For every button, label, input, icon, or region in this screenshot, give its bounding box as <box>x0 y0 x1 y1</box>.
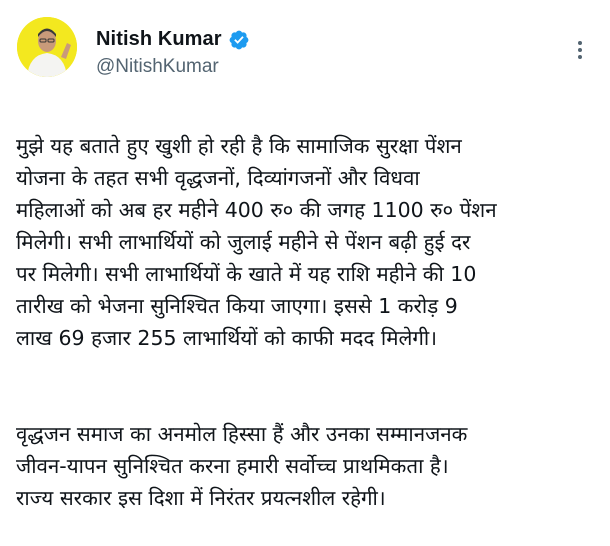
avatar-image <box>17 17 77 77</box>
display-name[interactable]: Nitish Kumar <box>96 28 222 51</box>
author-name-row: Nitish Kumar <box>96 28 250 51</box>
author-handle[interactable]: @NitishKumar <box>96 56 219 78</box>
tweet-card: Nitish Kumar @NitishKumar मुझे यह बताते … <box>0 0 610 526</box>
verified-badge-icon <box>228 29 250 51</box>
tweet-paragraph: मुझे यह बताते हुए खुशी हो रही है कि सामा… <box>16 134 497 350</box>
tweet-text: मुझे यह बताते हुए खुशी हो रही है कि सामा… <box>16 98 596 546</box>
tweet-paragraph: वृद्धजन समाज का अनमोल हिस्सा हैं और उनका… <box>16 422 468 510</box>
avatar[interactable] <box>17 17 77 77</box>
more-options-icon[interactable] <box>568 38 592 62</box>
